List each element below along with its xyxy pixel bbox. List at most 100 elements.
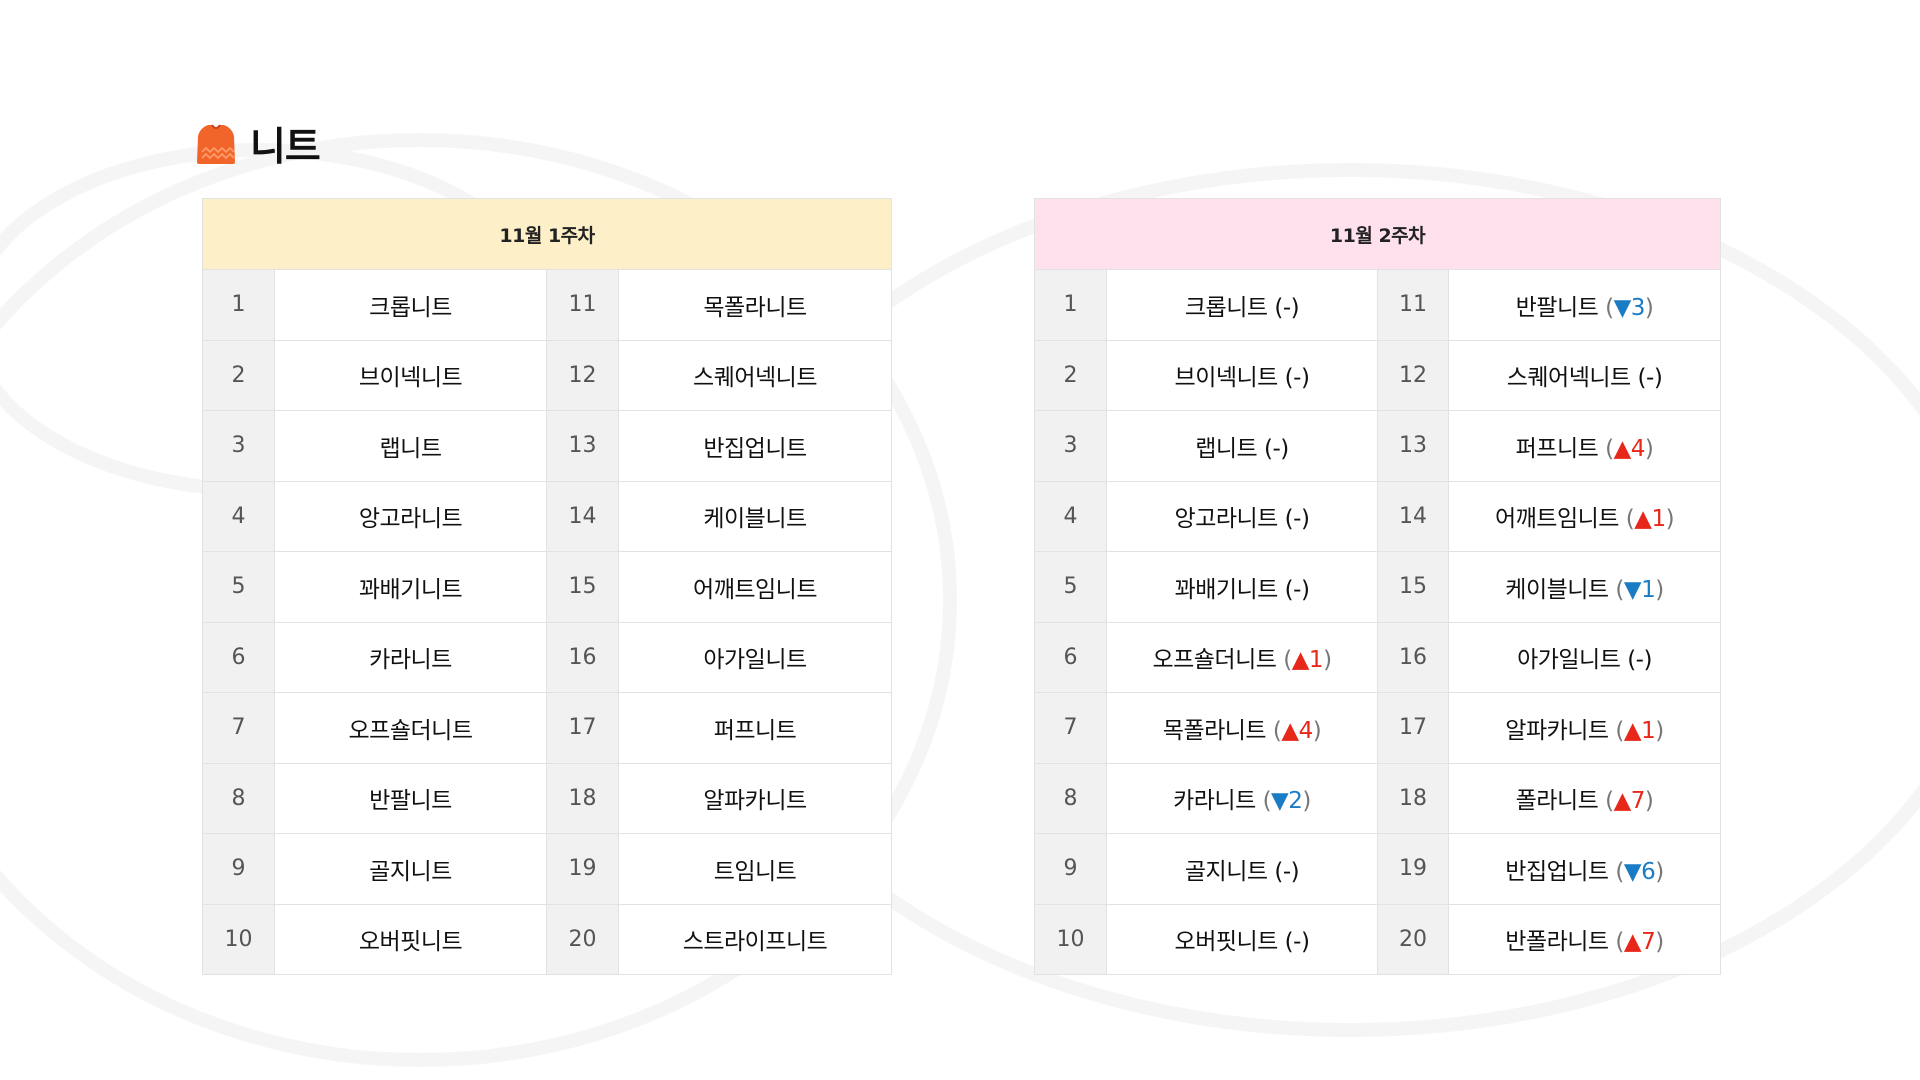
rank-cell: 1 [1034, 269, 1107, 341]
rank-cell: 12 [1377, 339, 1449, 411]
item-cell: 브이넥니트 (-) [1106, 339, 1378, 411]
item-cell: 스퀘어넥니트 [617, 339, 893, 411]
rank-cell: 20 [546, 903, 619, 975]
item-cell: 꽈배기니트 (-) [1106, 551, 1378, 623]
rank-cell: 18 [546, 762, 619, 834]
rank-cell: 14 [546, 480, 619, 552]
table-row: 6 오프숄더니트 (▲1) 16 아가일니트 (-) [1034, 621, 1722, 693]
item-cell: 랩니트 (-) [1106, 410, 1378, 482]
item-name: 아가일니트 [1517, 647, 1621, 674]
table-row: 2 브이넥니트 (-) 12 스퀘어넥니트 (-) [1034, 339, 1722, 411]
item-name: 앙고라니트 [1174, 506, 1279, 533]
rank-cell: 15 [1377, 551, 1449, 623]
table-header-row: 11월 1주차 [201, 198, 893, 270]
ranking-table-week2: 11월 2주차 1 크롭니트 (-) 11 반팔니트 (▼3) 2 브이넥니트 (-) 12… [1033, 198, 1722, 975]
item-name: 오버핏니트 [1174, 929, 1279, 956]
item-name: 브이넥니트 [1174, 365, 1279, 392]
item-cell: 꽈배기니트 [274, 551, 547, 623]
table-row: 10 오버핏니트 20 스트라이프니트 [202, 903, 893, 975]
item-name: 알파카니트 [1505, 717, 1609, 744]
rank-cell: 2 [1034, 339, 1107, 411]
table-row: 1 크롭니트 11 목폴라니트 [202, 269, 893, 341]
item-name: 반폴라니트 [1505, 929, 1609, 956]
item-name: 오프숄더니트 [1152, 647, 1277, 674]
item-cell: 카라니트 (▼2) [1106, 762, 1378, 834]
item-cell: 오프숄더니트 (▲1) [1106, 621, 1378, 693]
table-row: 4 앙고라니트 (-) 14 어깨트임니트 (▲1) [1034, 480, 1722, 552]
item-cell: 카라니트 [274, 621, 547, 693]
table-row: 9 골지니트 19 트임니트 [202, 833, 893, 905]
rank-cell: 7 [1034, 692, 1107, 764]
table-header-row: 11월 2주차 [1033, 198, 1722, 270]
rank-cell: 11 [1377, 269, 1449, 341]
table-row: 10 오버핏니트 (-) 20 반폴라니트 (▲7) [1034, 903, 1722, 975]
rank-change: (-) [1284, 929, 1310, 956]
rank-cell: 2 [202, 339, 275, 411]
rank-cell: 16 [546, 621, 619, 693]
rank-cell: 11 [546, 269, 619, 341]
item-cell: 아가일니트 [617, 621, 893, 693]
item-cell: 알파카니트 (▲1) [1447, 692, 1722, 764]
item-name: 목폴라니트 [1162, 717, 1267, 744]
item-name: 퍼프니트 [1515, 435, 1599, 462]
rank-cell: 12 [546, 339, 619, 411]
table-row: 5 꽈배기니트 (-) 15 케이블니트 (▼1) [1034, 551, 1722, 623]
item-cell: 스트라이프니트 [617, 903, 893, 975]
table-row: 3 랩니트 13 반집업니트 [202, 410, 893, 482]
item-cell: 폴라니트 (▲7) [1447, 762, 1722, 834]
item-name: 크롭니트 [1184, 294, 1268, 321]
rank-cell: 17 [546, 692, 619, 764]
rank-change: (▼1) [1615, 576, 1664, 603]
rank-change: (-) [1284, 365, 1310, 392]
item-cell: 반팔니트 (▼3) [1447, 269, 1722, 341]
rank-change: (▼6) [1615, 858, 1664, 885]
item-cell: 브이넥니트 [274, 339, 547, 411]
table-row: 7 오프숄더니트 17 퍼프니트 [202, 692, 893, 764]
item-cell: 어깨트임니트 (▲1) [1447, 480, 1722, 552]
week2-header: 11월 2주차 [1033, 198, 1722, 270]
item-cell: 아가일니트 (-) [1447, 621, 1722, 693]
rank-cell: 19 [546, 833, 619, 905]
item-cell: 앙고라니트 [274, 480, 547, 552]
item-cell: 골지니트 [274, 833, 547, 905]
item-cell: 골지니트 (-) [1106, 833, 1378, 905]
item-cell: 랩니트 [274, 410, 547, 482]
item-cell: 크롭니트 (-) [1106, 269, 1378, 341]
item-cell: 크롭니트 [274, 269, 547, 341]
item-cell: 반집업니트 (▼6) [1447, 833, 1722, 905]
item-name: 케이블니트 [1505, 576, 1609, 603]
rank-cell: 10 [1034, 903, 1107, 975]
rank-cell: 8 [1034, 762, 1107, 834]
rank-cell: 19 [1377, 833, 1449, 905]
item-name: 꽈배기니트 [1174, 576, 1279, 603]
item-cell: 트임니트 [617, 833, 893, 905]
rank-change: (-) [1274, 858, 1300, 885]
rank-change: (▲4) [1272, 717, 1322, 744]
rank-change: (-) [1284, 576, 1310, 603]
table-row: 9 골지니트 (-) 19 반집업니트 (▼6) [1034, 833, 1722, 905]
rank-cell: 1 [202, 269, 275, 341]
table-row: 1 크롭니트 (-) 11 반팔니트 (▼3) [1034, 269, 1722, 341]
rank-cell: 17 [1377, 692, 1449, 764]
table-row: 4 앙고라니트 14 케이블니트 [202, 480, 893, 552]
item-cell: 앙고라니트 (-) [1106, 480, 1378, 552]
rank-change: (-) [1284, 506, 1310, 533]
item-cell: 반집업니트 [617, 410, 893, 482]
table-row: 8 반팔니트 18 알파카니트 [202, 762, 893, 834]
rank-cell: 6 [1034, 621, 1107, 693]
item-cell: 알파카니트 [617, 762, 893, 834]
item-name: 카라니트 [1173, 788, 1256, 815]
rank-cell: 5 [1034, 551, 1107, 623]
ranking-table-week1: 11월 1주차 1 크롭니트 11 목폴라니트 2 브이넥니트 12 스퀘어넥니트 3 랩니트 13… [201, 198, 893, 975]
rank-cell: 16 [1377, 621, 1449, 693]
rank-cell: 3 [1034, 410, 1107, 482]
rank-cell: 5 [202, 551, 275, 623]
rank-change: (-) [1264, 435, 1289, 462]
rank-cell: 13 [1377, 410, 1449, 482]
rank-cell: 14 [1377, 480, 1449, 552]
item-cell: 오버핏니트 [274, 903, 547, 975]
rank-change: (▲1) [1615, 717, 1664, 744]
item-name: 어깨트임니트 [1494, 506, 1619, 533]
item-name: 폴라니트 [1515, 788, 1599, 815]
rank-cell: 8 [202, 762, 275, 834]
